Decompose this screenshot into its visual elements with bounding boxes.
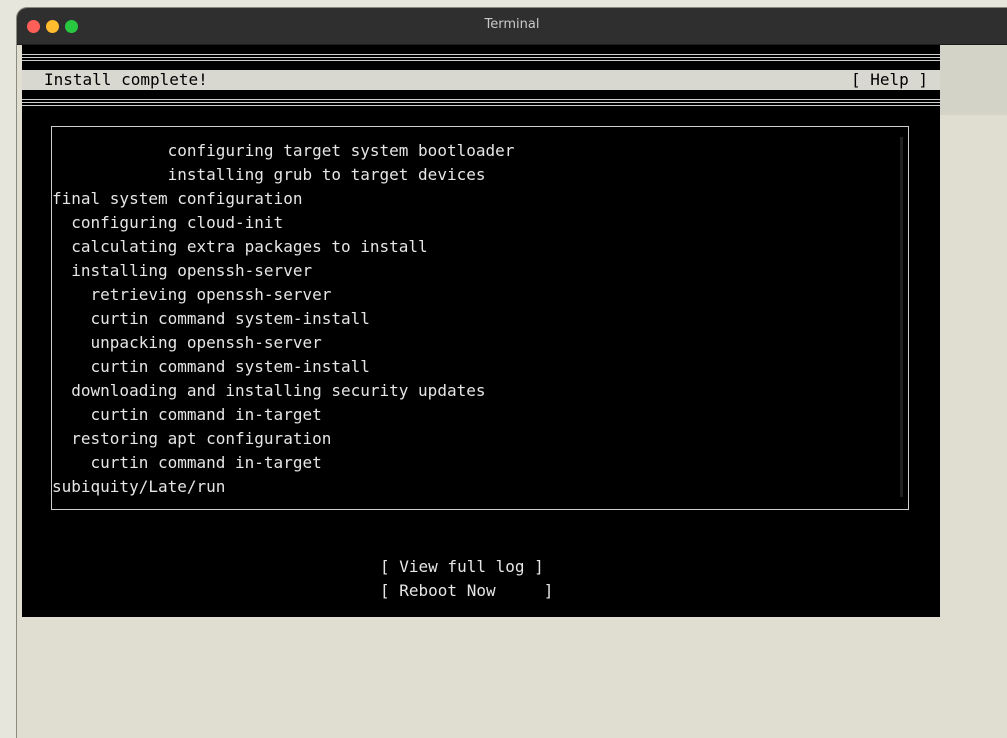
log-line: configuring cloud-init — [52, 213, 284, 232]
install-log-panel[interactable]: configuring target system bootloader ins… — [51, 126, 909, 510]
log-line: downloading and installing security upda… — [52, 381, 486, 400]
log-line: installing grub to target devices — [52, 165, 486, 184]
log-line: restoring apt configuration — [52, 429, 332, 448]
log-line: configuring target system bootloader — [52, 141, 515, 160]
view-full-log-button[interactable]: [ View full log ] — [380, 557, 544, 577]
log-line: calculating extra packages to install — [52, 237, 428, 256]
help-button[interactable]: [ Help ] — [851, 70, 928, 90]
log-line: curtin command in-target — [52, 453, 322, 472]
installer-header: Install complete! [ Help ] — [22, 70, 940, 90]
log-line: subiquity/Late/run — [52, 477, 226, 496]
terminal-screen[interactable]: Install complete! [ Help ] configuring t… — [22, 45, 940, 617]
log-line: curtin command system-install — [52, 357, 370, 376]
title-bar[interactable]: Terminal — [17, 8, 1007, 45]
reboot-now-button[interactable]: [ Reboot Now ] — [380, 581, 553, 601]
log-line: final system configuration — [52, 189, 303, 208]
terminal-window: Terminal Install complete! [ Help ] conf… — [17, 8, 1007, 738]
install-status-title: Install complete! — [44, 70, 208, 89]
window-title: Terminal — [484, 17, 540, 32]
log-line: retrieving openssh-server — [52, 285, 332, 304]
log-scrollbar[interactable] — [900, 137, 903, 497]
log-line: curtin command in-target — [52, 405, 322, 424]
log-line: unpacking openssh-server — [52, 333, 322, 352]
log-line: curtin command system-install — [52, 309, 370, 328]
top-double-rule — [22, 54, 940, 61]
log-line: installing openssh-server — [52, 261, 313, 280]
bottom-double-rule — [22, 99, 940, 106]
side-panel — [940, 45, 1007, 115]
